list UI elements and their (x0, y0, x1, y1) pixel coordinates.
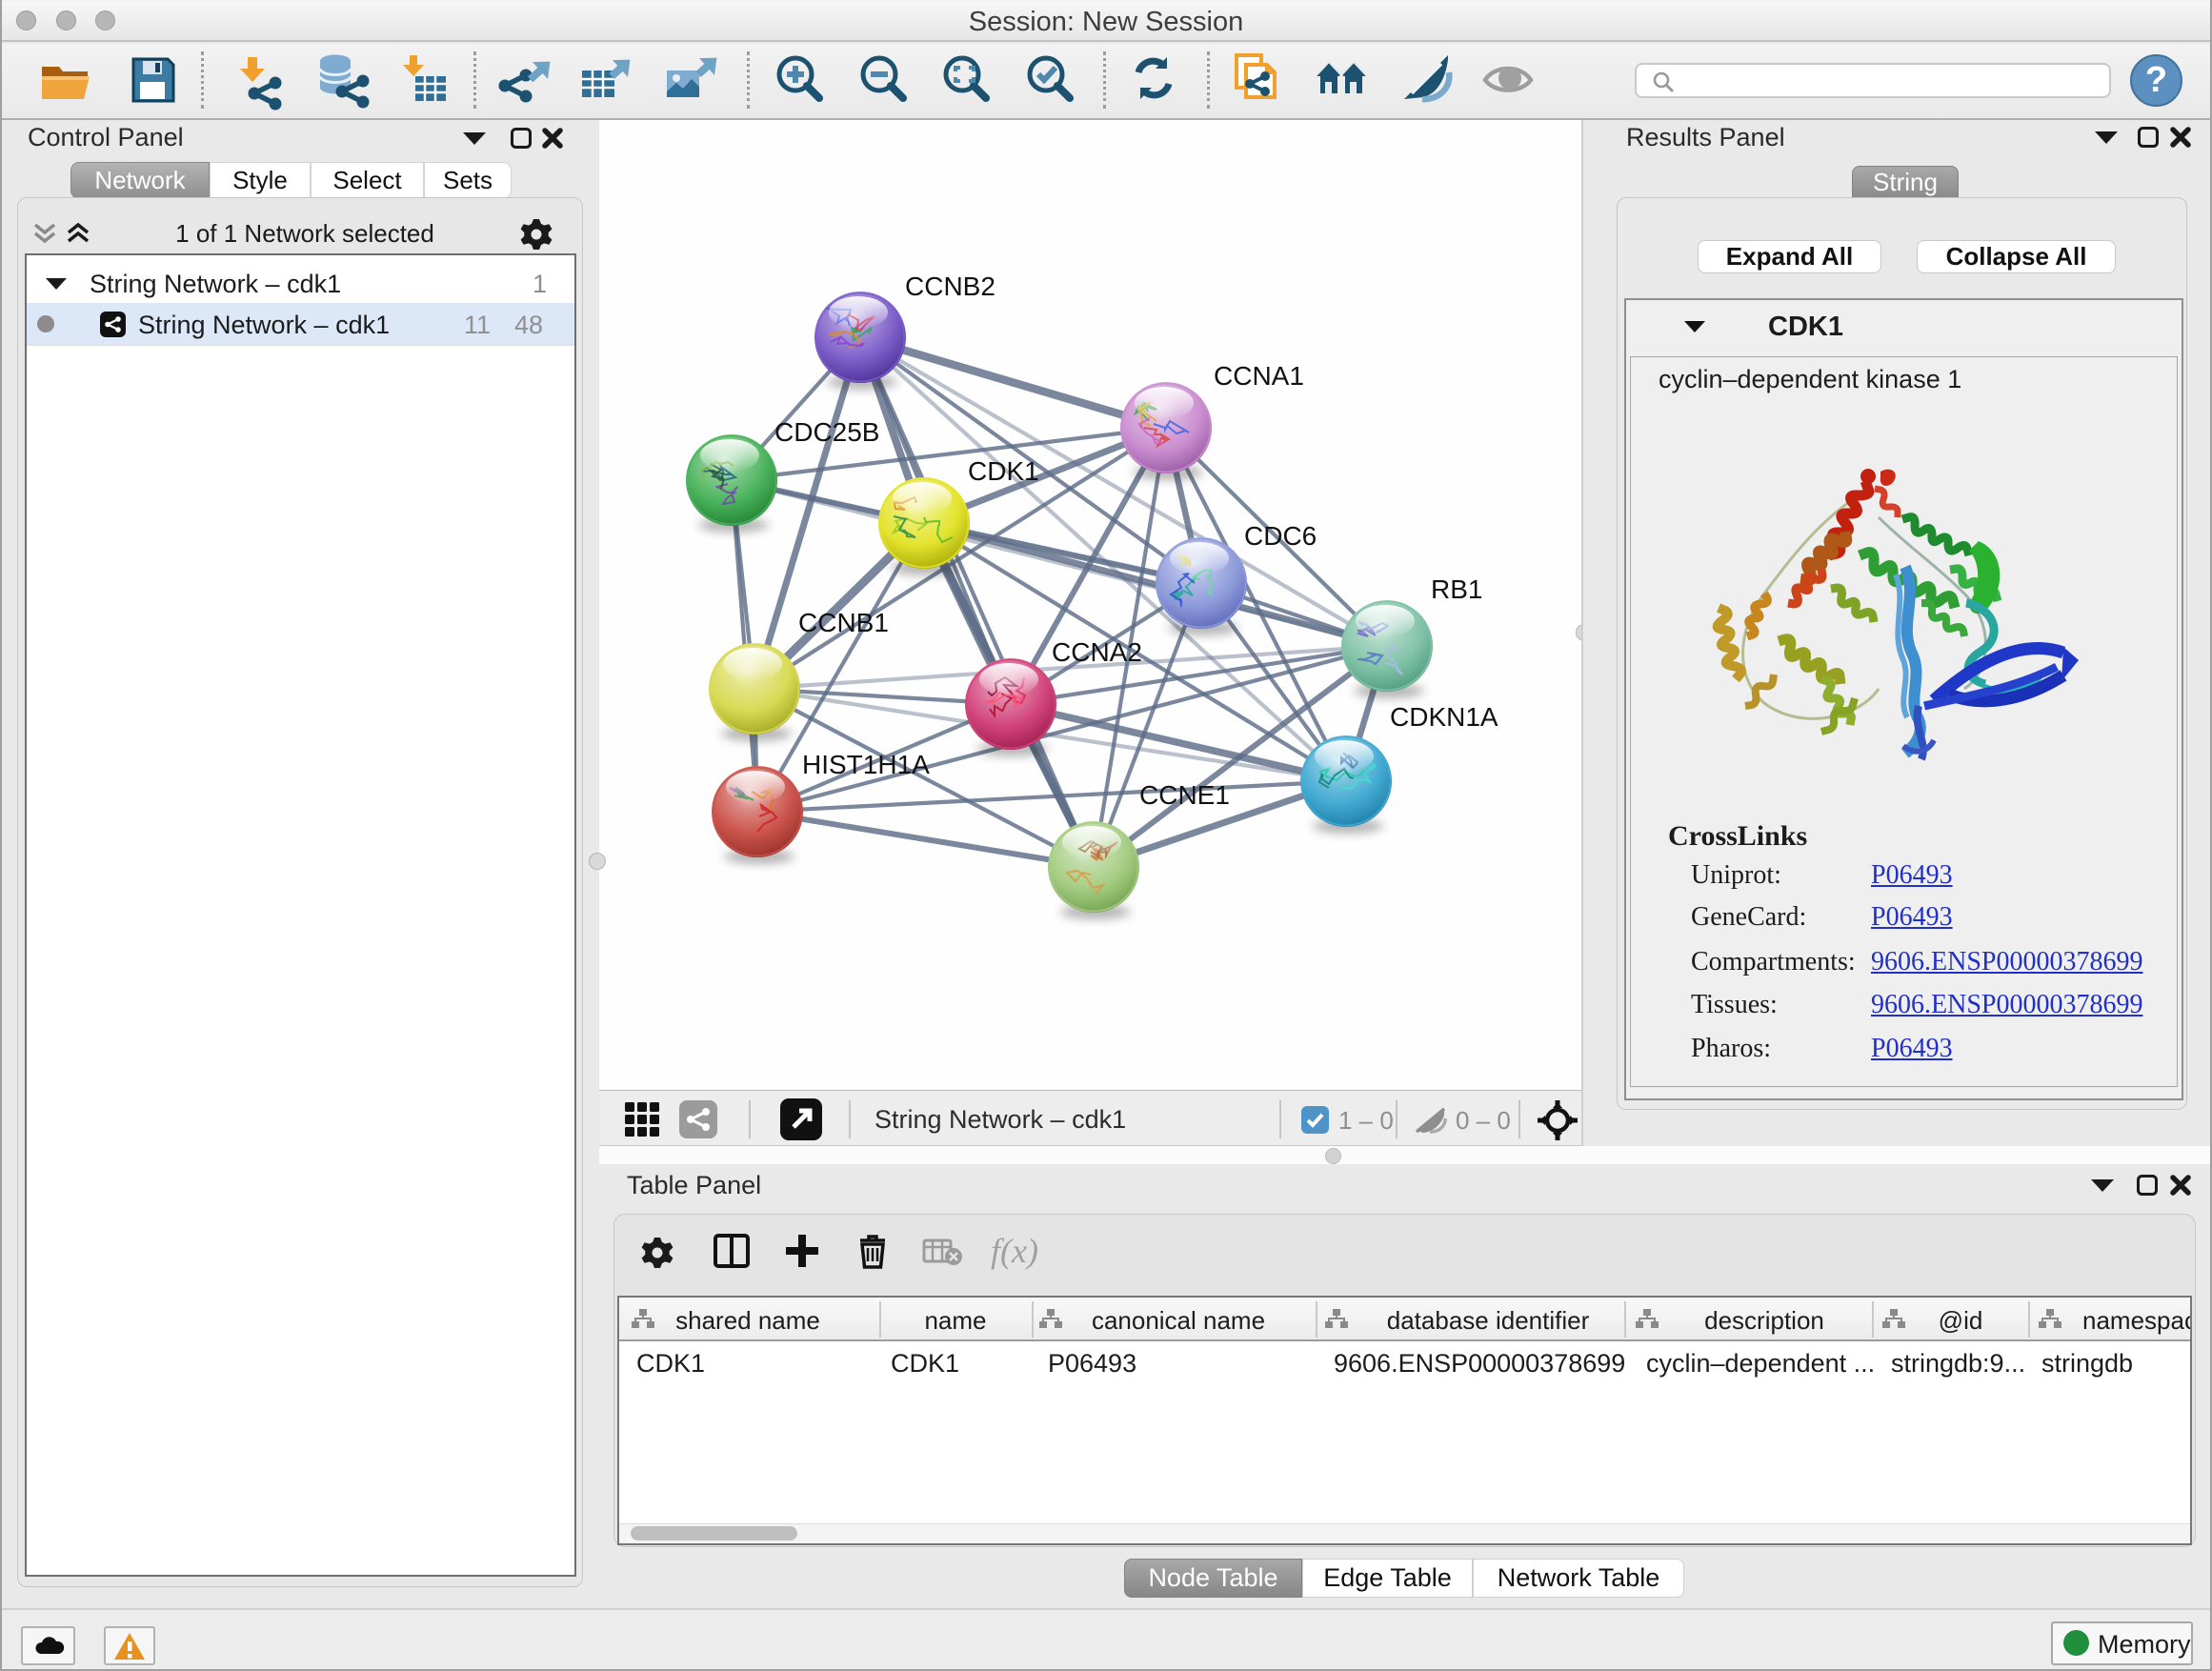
svg-text:CCNA2: CCNA2 (1052, 637, 1142, 667)
svg-text:CCNB1: CCNB1 (798, 608, 889, 637)
svg-text:CCNA1: CCNA1 (1214, 361, 1304, 391)
svg-text:CDK1: CDK1 (968, 456, 1039, 486)
svg-text:CCNE1: CCNE1 (1139, 780, 1230, 810)
svg-text:CDC25B: CDC25B (774, 417, 879, 447)
svg-text:CCNB2: CCNB2 (905, 272, 995, 301)
svg-text:CDKN1A: CDKN1A (1390, 702, 1498, 732)
svg-text:RB1: RB1 (1431, 574, 1482, 604)
svg-text:CDC6: CDC6 (1244, 521, 1317, 551)
svg-text:HIST1H1A: HIST1H1A (802, 750, 930, 779)
